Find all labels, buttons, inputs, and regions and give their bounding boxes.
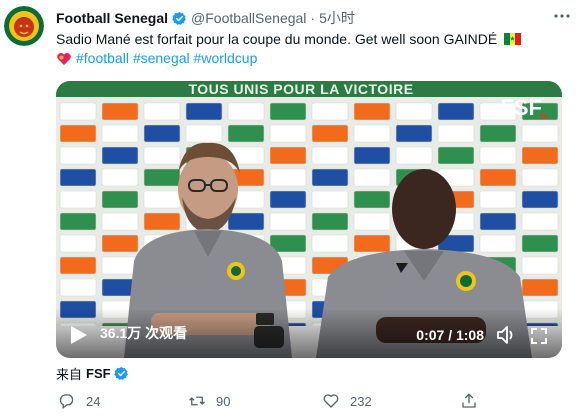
fullscreen-icon[interactable] xyxy=(530,327,548,345)
tweet-time[interactable]: 5小时 xyxy=(319,8,355,28)
hashtag-football[interactable]: #football xyxy=(76,49,129,68)
retweet-count: 90 xyxy=(216,393,231,409)
retweet-icon xyxy=(189,396,205,406)
tweet-text-line: Sadio Mané est forfait pour la coupe du … xyxy=(56,31,498,47)
view-count: 36.1万 次观看 xyxy=(100,325,188,341)
video-controls: 36.1万 次观看 0:07 / 1:08 xyxy=(56,308,562,358)
volume-icon[interactable] xyxy=(496,325,518,345)
share-button[interactable] xyxy=(460,392,478,410)
fsf-tv-watermark: FSF tv xyxy=(500,95,548,121)
tweet-text: Sadio Mané est forfait pour la coupe du … xyxy=(56,30,572,68)
hashtag-worldcup[interactable]: #worldcup xyxy=(194,49,258,68)
like-heart-icon xyxy=(323,394,339,408)
source-name[interactable]: FSF xyxy=(86,366,111,381)
tweet-actions: 24 90 232 xyxy=(56,392,572,414)
source-prefix: 来自 xyxy=(56,367,83,382)
verified-badge-icon xyxy=(172,11,186,25)
separator-dot: · xyxy=(310,10,316,26)
avatar[interactable] xyxy=(4,6,44,46)
tweet-header: Football Senegal @FootballSenegal · 5小时 xyxy=(56,8,571,28)
retweet-button[interactable]: 90 xyxy=(188,392,230,410)
senegal-flag-icon xyxy=(504,33,522,45)
play-icon[interactable] xyxy=(70,325,88,345)
heart-emoji-icon xyxy=(57,52,71,65)
reply-button[interactable]: 24 xyxy=(58,392,100,410)
like-button[interactable]: 232 xyxy=(322,392,372,410)
more-icon[interactable] xyxy=(551,6,573,26)
like-count: 232 xyxy=(350,393,372,409)
video-player[interactable]: TOUS UNIS POUR LA VICTOIRE FSF tv 36.1万 次… xyxy=(56,81,562,358)
video-timecode: 0:07 / 1:08 xyxy=(416,327,484,343)
reply-count: 24 xyxy=(86,393,101,409)
source-attribution: 来自 FSF xyxy=(56,364,129,383)
author-name[interactable]: Football Senegal xyxy=(56,10,168,26)
share-icon xyxy=(462,393,476,408)
author-handle[interactable]: @FootballSenegal xyxy=(191,10,306,26)
lion-logo-icon xyxy=(4,6,44,46)
video-banner-text: TOUS UNIS POUR LA VICTOIRE xyxy=(188,81,414,97)
reply-icon xyxy=(59,394,74,410)
verified-badge-icon xyxy=(113,366,128,380)
hashtag-senegal[interactable]: #senegal xyxy=(133,49,190,68)
